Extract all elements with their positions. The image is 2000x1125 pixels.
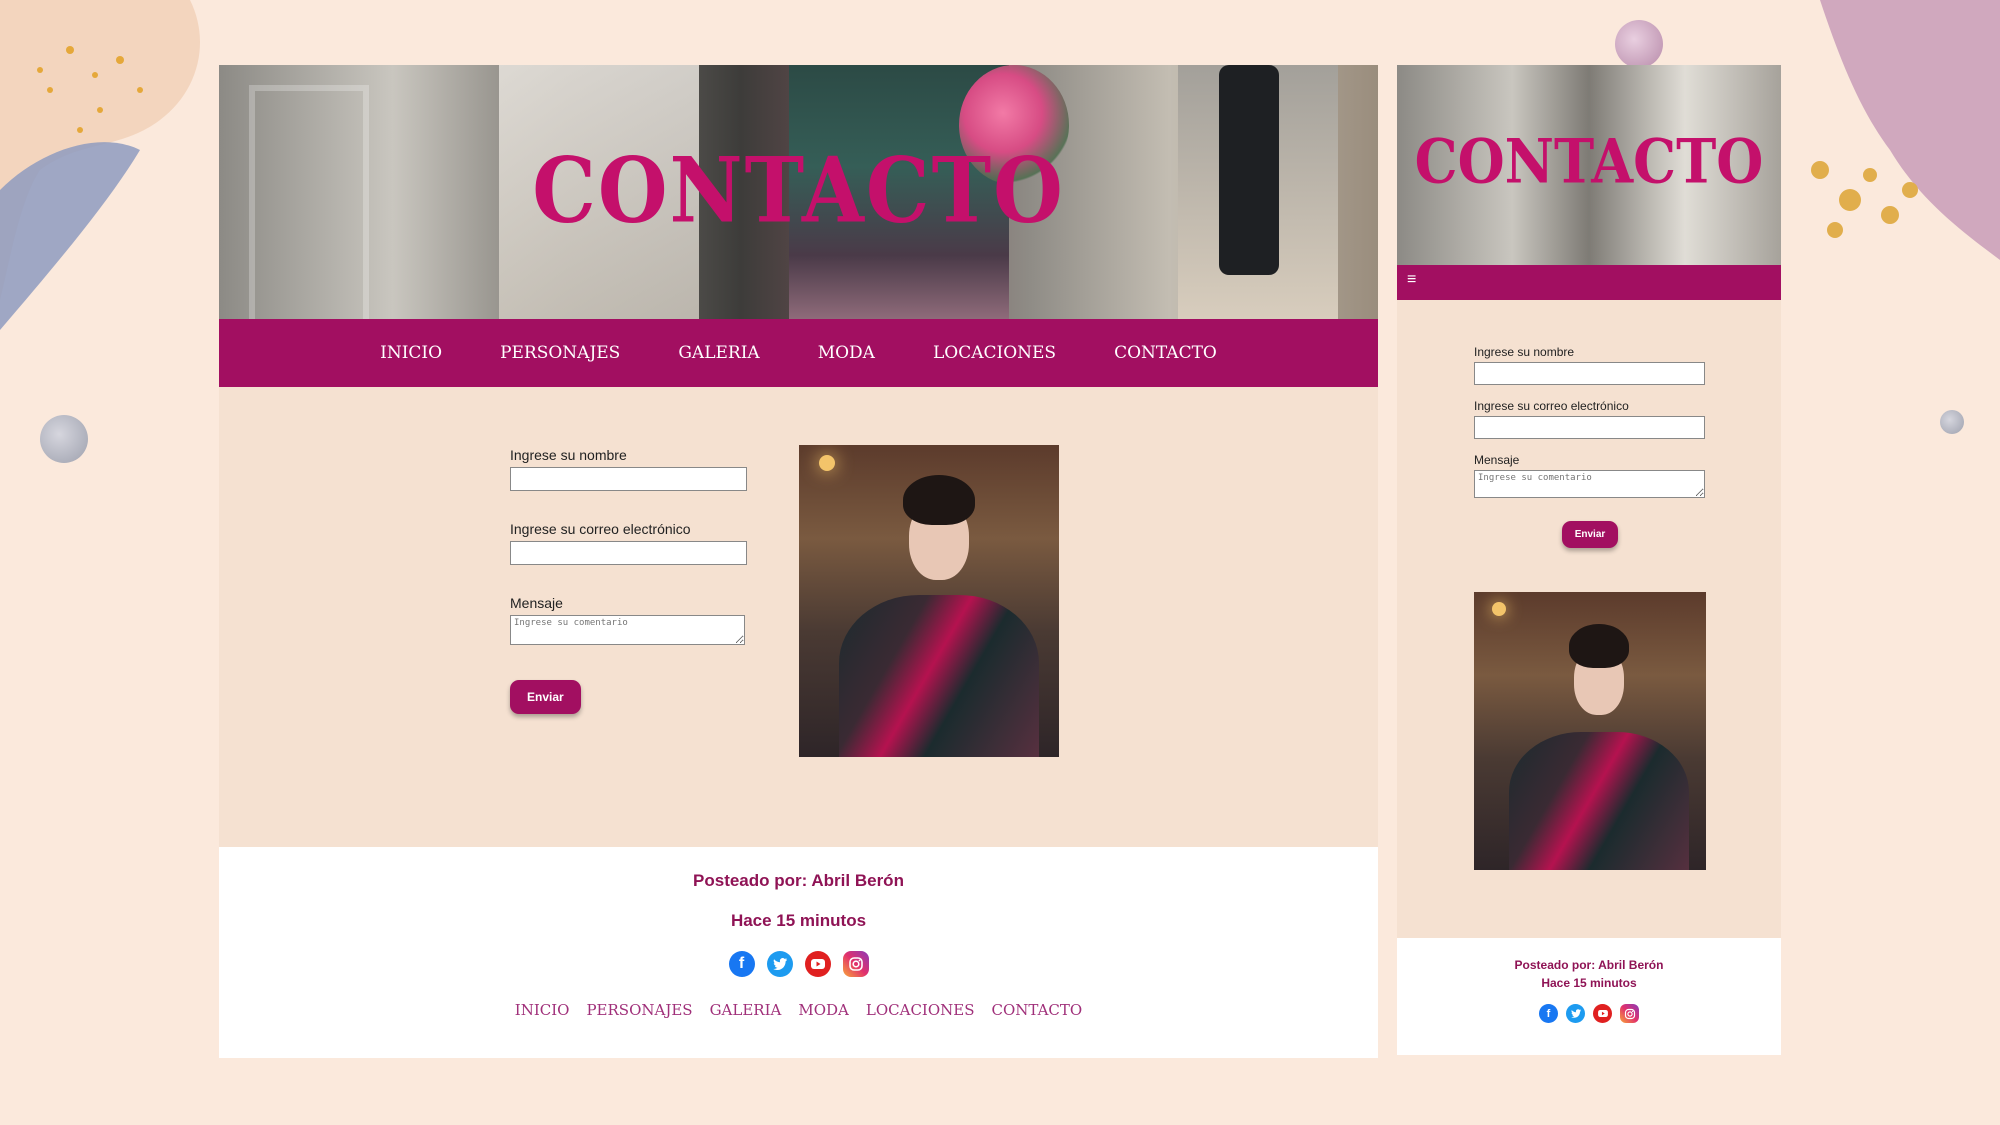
nav-personajes[interactable]: PERSONAJES <box>500 343 620 363</box>
mobile-posted-by: Posteado por: Abril Berón <box>1514 958 1664 972</box>
mobile-submit-button[interactable]: Enviar <box>1561 521 1619 548</box>
footer-nav: INICIO PERSONAJES GALERIA MODA LOCACIONE… <box>219 1001 1378 1019</box>
nav-contacto[interactable]: CONTACTO <box>1114 343 1217 363</box>
mobile-email-label: Ingrese su correo electrónico <box>1474 399 1629 413</box>
mobile-post-time: Hace 15 minutos <box>1541 976 1637 990</box>
footer-nav-locaciones[interactable]: LOCACIONES <box>866 1001 975 1019</box>
footer: Posteado por: Abril Berón Hace 15 minuto… <box>219 847 1378 1058</box>
background-bubble <box>1940 410 1964 434</box>
youtube-icon[interactable] <box>804 951 831 977</box>
message-textarea[interactable] <box>510 615 745 645</box>
desktop-preview: CONTACTO INICIO PERSONAJES GALERIA MODA … <box>219 65 1378 1058</box>
nav-locaciones[interactable]: LOCACIONES <box>933 343 1056 363</box>
email-label: Ingrese su correo electrónico <box>510 521 691 537</box>
hero-banner: CONTACTO <box>219 65 1378 319</box>
message-label: Mensaje <box>510 595 563 611</box>
mobile-footer: Posteado por: Abril Berón Hace 15 minuto… <box>1397 938 1781 1055</box>
background-decoration-right <box>1811 0 2000 260</box>
posted-by: Posteado por: Abril Berón <box>693 871 904 890</box>
twitter-icon[interactable] <box>766 951 793 977</box>
mobile-preview: CONTACTO ≡ Ingrese su nombre Ingrese su … <box>1397 65 1781 1055</box>
email-input[interactable] <box>510 541 747 565</box>
name-input[interactable] <box>510 467 747 491</box>
mobile-social-links: f <box>1397 1004 1781 1023</box>
mobile-name-label: Ingrese su nombre <box>1474 345 1575 359</box>
name-label: Ingrese su nombre <box>510 447 627 463</box>
mobile-contact-form: Ingrese su nombre Ingrese su correo elec… <box>1474 345 1706 548</box>
contact-form: Ingrese su nombre Ingrese su correo elec… <box>510 447 750 714</box>
twitter-icon[interactable] <box>1566 1004 1585 1023</box>
mobile-hero-banner: CONTACTO <box>1397 65 1781 265</box>
background-decoration-left <box>0 0 200 330</box>
nav-moda[interactable]: MODA <box>818 343 875 363</box>
mobile-message-textarea[interactable] <box>1474 470 1705 498</box>
footer-nav-personajes[interactable]: PERSONAJES <box>586 1001 692 1019</box>
social-links: f <box>219 951 1378 977</box>
background-bubble <box>1615 20 1663 68</box>
facebook-icon[interactable]: f <box>1539 1004 1558 1023</box>
nav-galeria[interactable]: GALERIA <box>678 343 759 363</box>
mobile-email-input[interactable] <box>1474 416 1705 439</box>
contact-section: Ingrese su nombre Ingrese su correo elec… <box>219 387 1378 847</box>
nav-inicio[interactable]: INICIO <box>380 343 442 363</box>
mobile-menu-bar: ≡ <box>1397 265 1781 300</box>
mobile-message-label: Mensaje <box>1474 453 1520 467</box>
page-title: CONTACTO <box>532 137 1065 243</box>
mobile-name-input[interactable] <box>1474 362 1705 385</box>
hamburger-menu-icon[interactable]: ≡ <box>1407 271 1416 288</box>
submit-button[interactable]: Enviar <box>510 680 581 714</box>
youtube-icon[interactable] <box>1593 1004 1612 1023</box>
footer-nav-contacto[interactable]: CONTACTO <box>992 1001 1083 1019</box>
footer-nav-inicio[interactable]: INICIO <box>515 1001 570 1019</box>
background-bubble <box>40 415 88 463</box>
footer-nav-moda[interactable]: MODA <box>798 1001 849 1019</box>
footer-nav-galeria[interactable]: GALERIA <box>710 1001 782 1019</box>
main-nav: INICIO PERSONAJES GALERIA MODA LOCACIONE… <box>219 319 1378 387</box>
post-time: Hace 15 minutos <box>730 911 867 930</box>
instagram-icon[interactable] <box>1620 1004 1639 1023</box>
facebook-icon[interactable]: f <box>728 951 755 977</box>
instagram-icon[interactable] <box>842 951 869 977</box>
mobile-contact-photo <box>1474 592 1706 870</box>
contact-photo <box>799 445 1059 757</box>
mobile-page-title: CONTACTO <box>1414 125 1764 197</box>
